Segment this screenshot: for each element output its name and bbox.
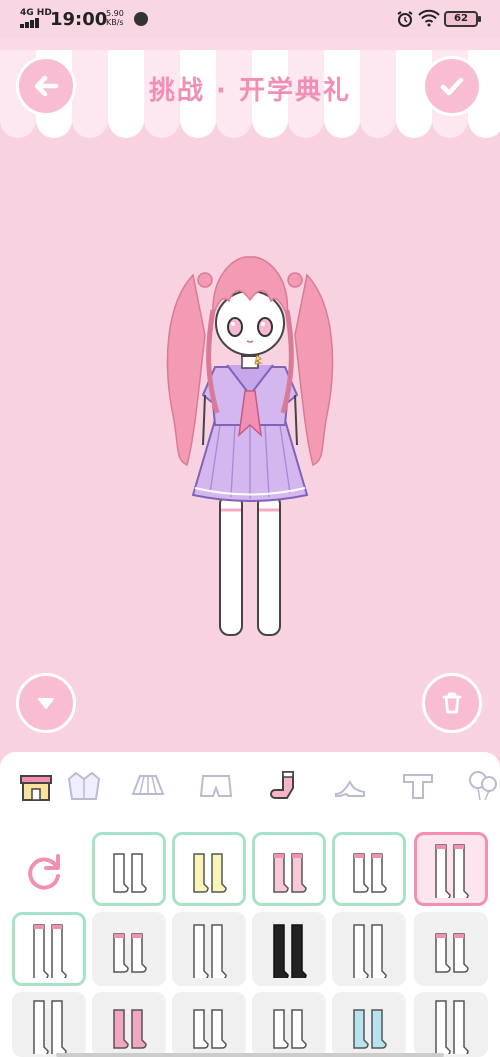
item-cell-thigh-highs-pink-top[interactable] — [414, 832, 488, 906]
check-icon — [440, 77, 464, 96]
item-cell-tall-white-socks[interactable] — [414, 992, 488, 1057]
sock-item-icon — [353, 924, 387, 978]
category-tabs — [0, 752, 500, 820]
wardrobe-panel — [0, 752, 500, 1057]
item-cell-yellow-striped-socks[interactable] — [172, 832, 246, 906]
sock-item-icon — [113, 853, 147, 893]
sock-item-icon — [353, 1008, 387, 1049]
item-cell-bow-thigh-highs[interactable] — [12, 912, 86, 986]
alarm-icon — [397, 11, 413, 27]
refresh-icon[interactable] — [20, 848, 68, 896]
tab-jacket[interactable] — [64, 766, 104, 806]
balloon-icon — [469, 771, 497, 801]
sock-icon — [270, 771, 294, 799]
tab-accessory[interactable] — [462, 766, 500, 806]
item-cell-short-white-socks[interactable] — [92, 832, 166, 906]
item-cell-white-knee-socks[interactable] — [172, 912, 246, 986]
wifi-icon — [418, 9, 440, 27]
net-speed: 5.90 KB/s — [106, 9, 124, 27]
sock-item-icon — [193, 924, 227, 978]
battery-indicator: 62 — [444, 11, 481, 27]
t-shirt-icon — [403, 774, 433, 799]
tab-shirt[interactable] — [398, 766, 438, 806]
sock-item-icon — [435, 933, 469, 973]
tab-skirt[interactable] — [128, 766, 168, 806]
item-cell-cherry-socks[interactable] — [332, 832, 406, 906]
item-cell-white-tights[interactable] — [12, 992, 86, 1057]
tab-shoes[interactable] — [330, 766, 370, 806]
item-cell-pink-bow-ankle-socks[interactable] — [414, 912, 488, 986]
sock-item-icon — [113, 933, 147, 973]
sock-item-icon — [193, 1008, 227, 1049]
net-speed-unit: KB/s — [106, 18, 124, 27]
app-notification-icon — [134, 12, 148, 26]
shorts-icon — [199, 775, 233, 797]
jacket-icon — [67, 771, 101, 800]
tab-shop[interactable] — [16, 766, 56, 806]
item-cell-blue-stripe-socks[interactable] — [332, 992, 406, 1057]
collapse-button[interactable] — [16, 673, 76, 733]
sock-item-icon — [33, 924, 67, 978]
item-cell-lace-tights[interactable] — [332, 912, 406, 986]
item-cell-dotted-socks[interactable] — [252, 992, 326, 1057]
sock-item-icon — [273, 924, 307, 978]
character-doll — [166, 256, 334, 636]
item-cell-ruffle-short-socks[interactable] — [92, 912, 166, 986]
shop-icon — [20, 775, 52, 801]
skirt-icon — [131, 775, 165, 795]
delete-button[interactable] — [422, 673, 482, 733]
sock-item-icon — [273, 1008, 307, 1049]
dress-up-stage — [0, 150, 500, 750]
status-bar: 4G HD 19:00 5.90 KB/s 62 — [0, 0, 500, 38]
clock: 19:00 — [50, 9, 108, 30]
sock-item-icon — [273, 853, 307, 893]
item-cell-pink-toe-socks[interactable] — [252, 832, 326, 906]
signal-icon — [20, 18, 42, 28]
sock-item-icon — [113, 1008, 147, 1049]
net-speed-value: 5.90 — [106, 9, 124, 18]
tab-shorts[interactable] — [196, 766, 236, 806]
sock-item-icon — [435, 844, 469, 898]
signal-label: 4G HD — [20, 8, 52, 18]
tab-socks[interactable] — [266, 766, 306, 806]
sock-item-icon — [353, 853, 387, 893]
trash-icon — [442, 692, 462, 714]
item-cell-black-knee-socks[interactable] — [252, 912, 326, 986]
sock-item-icon — [33, 999, 67, 1054]
sock-item-icon — [193, 853, 227, 893]
high-heel-icon — [335, 780, 365, 797]
item-cell-crown-socks[interactable] — [172, 992, 246, 1057]
item-cell-purple-striped-socks[interactable] — [92, 992, 166, 1057]
sock-item-icon — [435, 999, 469, 1054]
confirm-button[interactable] — [422, 56, 482, 116]
triangle-down-icon — [38, 698, 54, 709]
home-indicator — [56, 1053, 444, 1057]
